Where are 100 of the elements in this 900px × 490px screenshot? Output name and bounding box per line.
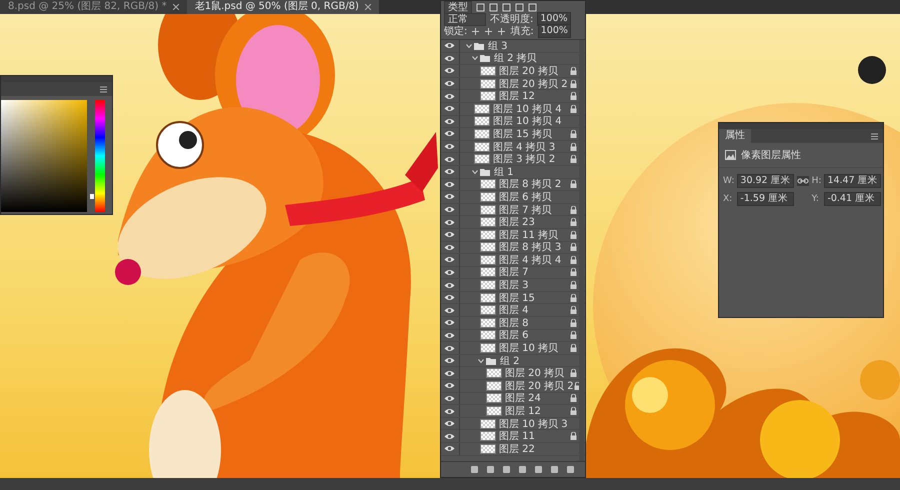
link-icon[interactable] <box>796 176 809 186</box>
layer-name: 图层 20 拷贝 2 <box>505 380 574 393</box>
layer-thumbnail <box>486 406 502 416</box>
y-field[interactable]: -0.41 厘米 <box>824 192 881 206</box>
document-tab[interactable]: 老1鼠.psd @ 50% (图层 0, RGB/8) <box>186 0 379 14</box>
layer-name: 图层 7 拷贝 <box>499 204 553 217</box>
layer-thumbnail <box>480 418 496 429</box>
color-field[interactable] <box>1 100 87 212</box>
eye-icon[interactable] <box>444 357 455 364</box>
lock-option-icon[interactable] <box>471 26 480 36</box>
eye-icon[interactable] <box>444 54 455 62</box>
fill-field[interactable]: 100% <box>538 24 571 38</box>
layer-name: 图层 6 拷贝 <box>499 190 553 204</box>
group-name: 组 1 <box>494 166 515 179</box>
eye-icon[interactable] <box>444 180 455 188</box>
eye-icon[interactable] <box>444 382 455 390</box>
layer-name: 图层 23 <box>499 216 536 230</box>
chevron-icon[interactable] <box>478 358 484 364</box>
layer-name: 图层 4 拷贝 3 <box>493 140 556 154</box>
blend-mode-dropdown[interactable]: 正常 <box>444 12 486 26</box>
slider-thumb[interactable] <box>90 194 94 200</box>
layer-name: 图层 8 拷贝 2 <box>499 178 562 192</box>
lock-option-icon[interactable] <box>497 26 506 36</box>
eye-icon[interactable] <box>444 105 455 112</box>
layer-name: 图层 22 <box>499 442 536 456</box>
layer-thumbnail <box>480 204 496 215</box>
eye-icon[interactable] <box>444 67 455 74</box>
eye-icon[interactable] <box>444 130 455 138</box>
eye-icon[interactable] <box>444 344 455 352</box>
section-title: 像素图层属性 <box>741 148 801 162</box>
panel-tab[interactable]: 属性 <box>719 129 751 143</box>
layer-name: 图层 7 <box>499 266 530 280</box>
eye-icon[interactable] <box>444 332 455 339</box>
eye-icon[interactable] <box>444 268 455 276</box>
eye-icon[interactable] <box>444 319 455 326</box>
layer-name: 图层 4 拷贝 4 <box>499 254 562 267</box>
layer-thumbnail <box>480 217 496 228</box>
eye-icon[interactable] <box>444 294 455 302</box>
filter-dropdown[interactable]: 类型 <box>444 0 472 14</box>
close-icon[interactable] <box>172 4 179 10</box>
height-field[interactable]: 14.47 厘米 <box>824 174 881 188</box>
eye-icon[interactable] <box>444 206 455 214</box>
eye-icon[interactable] <box>444 42 455 50</box>
layer-thumbnail <box>480 192 496 202</box>
layer-thumbnail <box>480 330 496 340</box>
eye-icon[interactable] <box>444 256 455 264</box>
ball-drawing <box>858 56 886 84</box>
eye-icon[interactable] <box>444 306 455 314</box>
field-label: Y: <box>812 194 820 204</box>
eye-icon[interactable] <box>444 244 455 251</box>
close-icon[interactable] <box>364 4 371 10</box>
eye-icon[interactable] <box>444 445 455 452</box>
image-icon <box>725 150 736 160</box>
chevron-icon[interactable] <box>472 168 478 175</box>
layer-thumbnail <box>480 242 496 252</box>
eye-icon[interactable] <box>444 80 455 88</box>
layer-name: 图层 10 拷贝 4 <box>493 115 563 128</box>
eye-icon[interactable] <box>444 408 455 415</box>
layer-thumbnail <box>486 368 502 378</box>
folder-icon <box>486 356 496 365</box>
layer-thumbnail <box>480 267 496 278</box>
layer-thumbnail <box>486 393 502 404</box>
eye-icon[interactable] <box>444 92 455 100</box>
layer-name: 图层 10 拷贝 3 <box>499 418 569 431</box>
chevron-icon[interactable] <box>466 42 472 49</box>
group-name: 组 2 拷贝 <box>494 52 538 66</box>
eye-icon[interactable] <box>444 432 455 440</box>
width-field[interactable]: 30.92 厘米 <box>737 174 794 188</box>
layer-thumbnail <box>480 292 496 303</box>
menu-icon[interactable] <box>870 132 879 140</box>
layer-name: 图层 20 拷贝 <box>505 367 566 380</box>
layer-name: 图层 20 拷贝 2 <box>499 78 569 91</box>
layer-name: 图层 12 <box>505 405 542 418</box>
eye-icon[interactable] <box>444 420 455 428</box>
menu-icon[interactable] <box>99 84 108 94</box>
lock-option-icon[interactable] <box>484 26 494 36</box>
layer-thumbnail <box>480 431 496 442</box>
eye-icon[interactable] <box>444 143 455 150</box>
document-tab[interactable]: 8.psd @ 25% (图层 82, RGB/8) * <box>0 0 187 14</box>
layer-thumbnail <box>474 128 490 139</box>
eye-icon[interactable] <box>444 394 455 402</box>
layer-thumbnail <box>480 66 496 76</box>
eye-icon[interactable] <box>444 370 455 377</box>
x-field[interactable]: -1.59 厘米 <box>737 192 794 206</box>
scrollbar[interactable] <box>579 40 584 461</box>
eye-icon[interactable] <box>444 282 455 289</box>
layer-name: 图层 11 拷贝 <box>499 228 560 242</box>
layer-name: 图层 12 <box>499 90 536 104</box>
layer-thumbnail <box>480 91 496 102</box>
eye-icon[interactable] <box>444 168 455 176</box>
layer-name: 图层 8 拷贝 3 <box>499 241 562 254</box>
layer-thumbnail <box>486 380 502 391</box>
field-label: X: <box>723 194 734 204</box>
eye-icon[interactable] <box>444 218 455 226</box>
eye-icon[interactable] <box>444 156 455 163</box>
eye-icon[interactable] <box>444 193 455 200</box>
chevron-icon[interactable] <box>472 55 478 62</box>
eye-icon[interactable] <box>444 231 455 238</box>
layer-thumbnail <box>474 154 490 164</box>
eye-icon[interactable] <box>444 118 455 125</box>
